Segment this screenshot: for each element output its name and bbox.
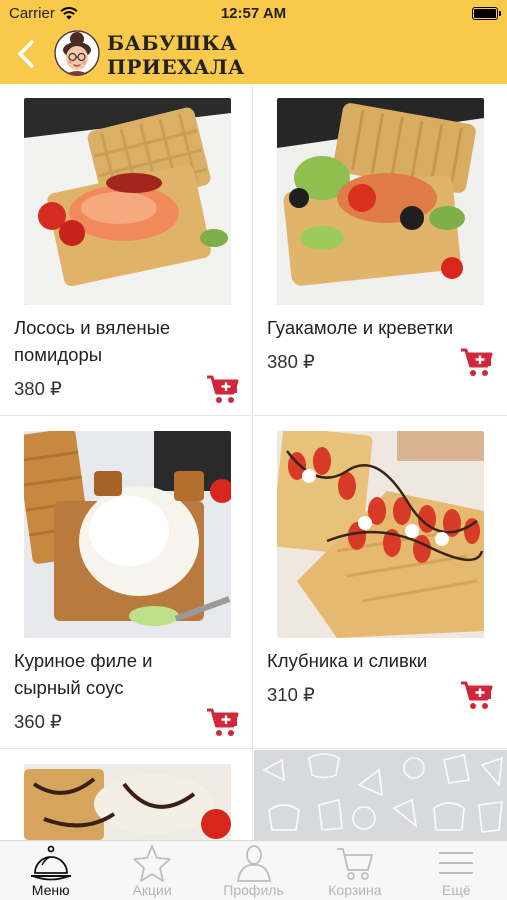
product-photo[interactable]	[24, 431, 231, 638]
brand-line-1: БАБУШКА	[107, 31, 238, 55]
product-price: 380 ₽	[14, 378, 62, 399]
brand-title: БАБУШКА ПРИЕХАЛА	[107, 31, 245, 79]
product-card[interactable]: Гуакамоле и креветки 380 ₽	[254, 84, 507, 416]
cart-icon	[336, 848, 373, 880]
brand-line-2: ПРИЕХАЛА	[107, 55, 245, 79]
product-card[interactable]: Куриное филе и сырный соус 360 ₽	[0, 417, 253, 749]
star-icon	[133, 845, 172, 882]
add-to-cart-icon[interactable]	[206, 373, 240, 405]
product-price: 360 ₽	[14, 711, 62, 732]
product-name: Клубника и сливки	[267, 650, 428, 671]
tab-menu[interactable]: Меню	[0, 841, 101, 900]
product-name: Лосось и вяленые помидоры	[14, 317, 171, 365]
tab-more[interactable]: Ещё	[406, 841, 507, 900]
product-price: 380 ₽	[267, 351, 315, 372]
app-header: Carrier 12:57 AM БАБУШКА ПРИЕХАЛА	[0, 0, 507, 84]
back-chevron-icon[interactable]	[12, 38, 42, 70]
tab-profile[interactable]: Профиль	[203, 841, 304, 900]
product-name: Куриное филе и сырный соус	[14, 650, 153, 698]
tab-label: Ещё	[442, 882, 471, 898]
product-photo[interactable]	[277, 98, 484, 305]
product-grid[interactable]: Лосось и вяленые помидоры 380 ₽ Гуакамол…	[0, 84, 507, 840]
bottom-tab-bar: Меню Акции Профиль Корзина Ещё	[0, 840, 507, 900]
product-photo[interactable]	[24, 764, 231, 840]
profile-icon	[236, 845, 271, 882]
grandma-logo	[54, 30, 100, 76]
battery-icon	[472, 7, 501, 20]
product-card[interactable]: Клубника и сливки 310 ₽	[254, 417, 507, 749]
product-name: Гуакамоле и креветки	[267, 317, 454, 338]
tab-label: Меню	[31, 882, 70, 898]
cloche-icon	[30, 845, 71, 881]
clock: 12:57 AM	[220, 5, 287, 22]
tab-label: Акции	[132, 882, 172, 898]
menu-lines-icon	[439, 852, 474, 874]
add-to-cart-icon[interactable]	[460, 679, 494, 711]
product-price: 310 ₽	[267, 684, 315, 705]
tab-label: Корзина	[328, 882, 382, 898]
add-to-cart-icon[interactable]	[460, 346, 494, 378]
status-bar: Carrier 12:57 AM	[0, 0, 507, 28]
add-to-cart-icon[interactable]	[206, 706, 240, 738]
product-photo[interactable]	[277, 431, 484, 638]
tab-promotions[interactable]: Акции	[101, 841, 202, 900]
product-card[interactable]	[0, 750, 253, 840]
product-photo[interactable]	[24, 98, 231, 305]
tab-cart[interactable]: Корзина	[304, 841, 405, 900]
tab-label: Профиль	[223, 882, 284, 898]
food-pattern-background	[254, 750, 507, 840]
product-card[interactable]: Лосось и вяленые помидоры 380 ₽	[0, 84, 253, 416]
